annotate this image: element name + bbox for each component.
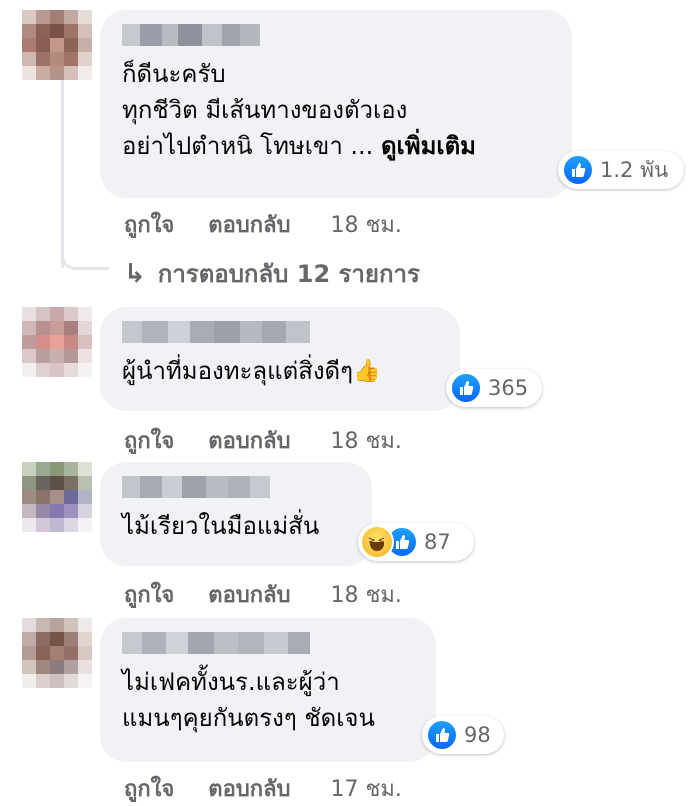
reply-button[interactable]: ตอบกลับ: [208, 577, 290, 612]
avatar[interactable]: [22, 307, 92, 377]
avatar[interactable]: [22, 618, 92, 688]
author-name-blurred[interactable]: [122, 321, 438, 343]
comment-bubble: ผู้นำที่มองทะลุแต่สิ่งดีๆ👍: [100, 307, 460, 411]
reply-button[interactable]: ตอบกลับ: [208, 207, 290, 242]
avatar[interactable]: [22, 462, 92, 532]
author-name-blurred[interactable]: [122, 24, 550, 46]
comment-text: ไม่เฟคทั้งนร.และผู้ว่า แมนๆคุยกันตรงๆ ชั…: [122, 668, 375, 732]
reaction-count: 365: [488, 376, 529, 400]
comment-bubble: ไม้เรียวในมือแม่สั่น: [100, 462, 372, 566]
reaction-summary[interactable]: 1.2 พัน: [558, 151, 684, 189]
reaction-count: 98: [464, 723, 491, 747]
like-icon: [562, 154, 594, 186]
comment-actions: ถูกใจ ตอบกลับ 18 ชม.: [124, 423, 402, 458]
comment-actions: ถูกใจ ตอบกลับ 17 ชม.: [124, 771, 402, 806]
avatar[interactable]: [22, 10, 92, 80]
like-icon: [426, 719, 458, 751]
reaction-summary[interactable]: >< 87: [358, 523, 474, 561]
comment-actions: ถูกใจ ตอบกลับ 18 ชม.: [124, 577, 402, 612]
reaction-count: 1.2 พัน: [600, 157, 669, 182]
comment-text: ผู้นำที่มองทะลุแต่สิ่งดีๆ👍: [122, 353, 438, 390]
like-button[interactable]: ถูกใจ: [124, 207, 174, 242]
comment-bubble: ก็ดีนะครับ ทุกชีวิต มีเส้นทางของตัวเอง อ…: [100, 10, 572, 198]
comment-actions: ถูกใจ ตอบกลับ 18 ชม.: [124, 207, 402, 242]
author-name-blurred[interactable]: [122, 476, 350, 498]
haha-icon: ><: [360, 525, 394, 559]
like-button[interactable]: ถูกใจ: [124, 577, 174, 612]
comment-text-body: ผู้นำที่มองทะลุแต่สิ่งดีๆ: [122, 357, 354, 385]
thumbs-up-emoji: 👍: [353, 359, 381, 384]
comment-timestamp[interactable]: 18 ชม.: [331, 423, 402, 458]
reaction-summary[interactable]: 365: [446, 369, 542, 407]
reply-arrow-icon: ↳: [124, 258, 146, 289]
view-replies-link[interactable]: ↳ การตอบกลับ 12 รายการ: [124, 254, 420, 293]
see-more-link[interactable]: ดูเพิ่มเติม: [381, 132, 476, 160]
like-button[interactable]: ถูกใจ: [124, 771, 174, 806]
comment-text: ก็ดีนะครับ ทุกชีวิต มีเส้นทางของตัวเอง อ…: [122, 56, 550, 164]
author-name-blurred[interactable]: [122, 632, 414, 654]
comment-timestamp[interactable]: 18 ชม.: [331, 577, 402, 612]
comment-timestamp[interactable]: 17 ชม.: [331, 771, 402, 806]
comment-bubble: ไม่เฟคทั้งนร.และผู้ว่า แมนๆคุยกันตรงๆ ชั…: [100, 618, 436, 762]
reaction-summary[interactable]: 98: [422, 716, 504, 754]
like-button[interactable]: ถูกใจ: [124, 423, 174, 458]
reply-button[interactable]: ตอบกลับ: [208, 423, 290, 458]
comment-text-body: ก็ดีนะครับ ทุกชีวิต มีเส้นทางของตัวเอง อ…: [122, 60, 408, 160]
like-icon: [450, 372, 482, 404]
comment-timestamp[interactable]: 18 ชม.: [331, 207, 402, 242]
thread-connector-curve: [61, 236, 109, 270]
comment-text: ไม้เรียวในมือแม่สั่น: [122, 512, 320, 540]
reaction-count: 87: [424, 530, 451, 554]
replies-count-label: การตอบกลับ 12 รายการ: [157, 260, 420, 288]
reply-button[interactable]: ตอบกลับ: [208, 771, 290, 806]
